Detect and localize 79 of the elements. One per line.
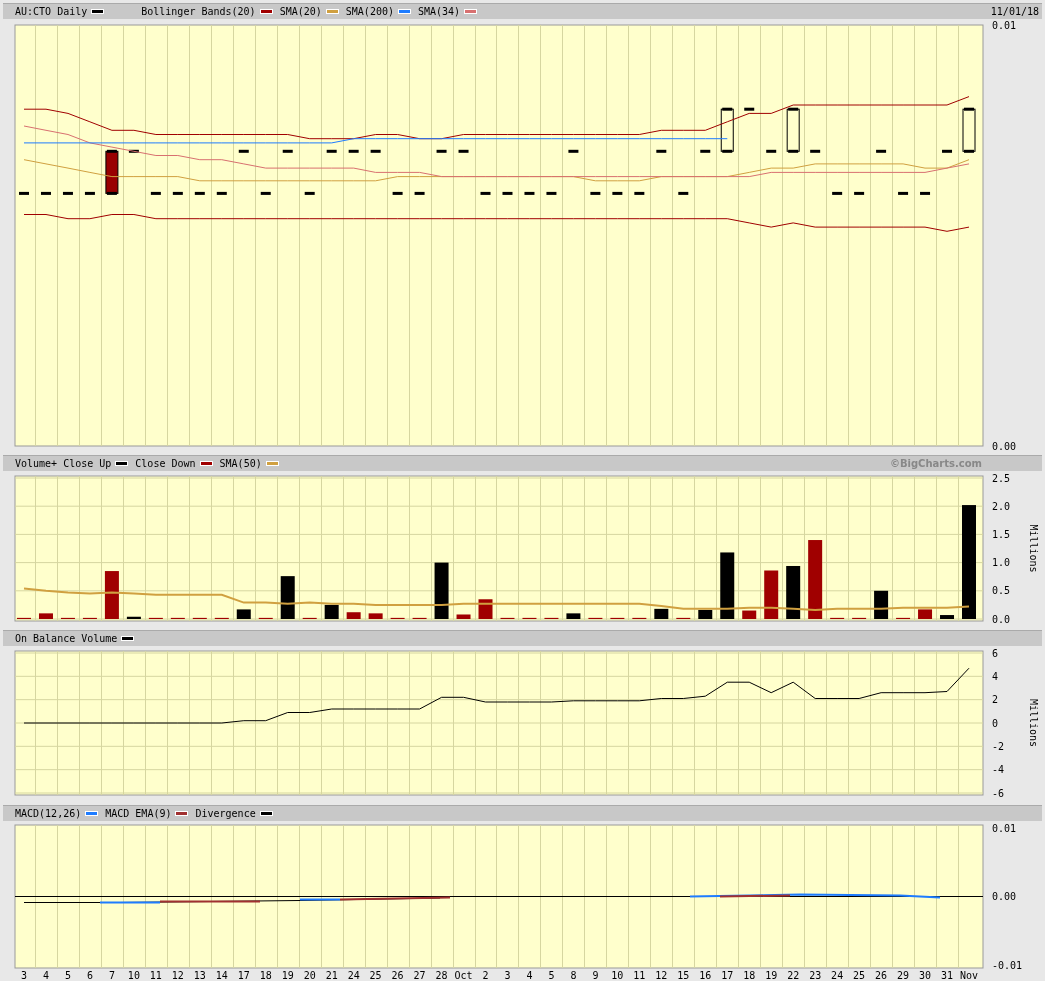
date-axis-label: 4: [526, 970, 533, 981]
axis-label: 2.5: [992, 472, 1011, 484]
axis-label: 0.00: [992, 891, 1017, 902]
date-axis-label: 3: [21, 970, 27, 981]
date-axis-label: 12: [655, 970, 668, 981]
date-axis-label: 18: [259, 970, 272, 981]
date-axis-label: 6: [86, 970, 93, 981]
date-axis-label: 19: [765, 970, 778, 981]
date-axis-label: 25: [369, 970, 382, 981]
legend-label: SMA(20): [279, 6, 322, 17]
legend-label: MACD EMA(9): [105, 808, 172, 819]
legend-label: Close Down: [135, 458, 196, 469]
axis-label: 2: [992, 694, 999, 706]
date-axis-label: 14: [215, 970, 228, 981]
date-axis-label: 10: [127, 970, 140, 981]
date-axis-label: 5: [64, 970, 71, 981]
date-axis-label: 17: [721, 970, 734, 981]
date-axis-label: 15: [677, 970, 690, 981]
panel-title: Volume+: [15, 458, 58, 469]
axis-title: Millions: [1028, 524, 1039, 573]
date-axis-label: 20: [303, 970, 316, 981]
legend-label: SMA(34): [417, 6, 461, 17]
date-axis-label: 11: [633, 970, 646, 981]
legend-label: Divergence: [195, 808, 256, 819]
date-axis-label: 30: [919, 970, 932, 981]
date-axis-label: 12: [171, 970, 184, 981]
legend-label: Bollinger Bands(20): [141, 6, 256, 17]
axis-label: 6: [992, 647, 999, 659]
date-axis-label: 28: [435, 970, 448, 981]
axis-label: 4: [992, 670, 999, 682]
date-axis-label: 26: [391, 970, 404, 981]
date-axis-label: 13: [193, 970, 206, 981]
date-axis-label: 8: [570, 970, 577, 981]
axis-label: 2.0: [992, 500, 1011, 512]
date-axis-label: 24: [347, 970, 360, 981]
axis-label: 0.01: [992, 19, 1017, 31]
credit-label: ©BigCharts.com: [889, 458, 983, 469]
date-axis-label: 3: [504, 970, 511, 981]
date-axis-label: 29: [897, 970, 910, 981]
axis-label: 0.0: [992, 613, 1011, 625]
axis-label: 1.0: [992, 557, 1011, 569]
date-axis-label: 7: [108, 970, 115, 981]
legend-label: AU:CTO Daily: [15, 6, 88, 17]
date-axis-label: 16: [699, 970, 712, 981]
date-axis-label: 9: [592, 970, 599, 981]
date-axis-label: Nov: [959, 970, 979, 981]
legend-label: MACD(12,26): [15, 808, 82, 819]
date-axis-label: 21: [325, 970, 338, 981]
date-axis-label: 26: [875, 970, 888, 981]
legend-label: Close Up: [63, 458, 112, 469]
date-axis-label: 23: [809, 970, 822, 981]
axis-label: -0.01: [992, 959, 1023, 971]
axis-label: 0.5: [992, 585, 1011, 597]
date-axis-label: 27: [413, 970, 426, 981]
legend-label: On Balance Volume: [15, 633, 118, 644]
date-axis-label: 24: [831, 970, 844, 981]
axis-label: -2: [992, 740, 1005, 752]
date-axis-label: 17: [237, 970, 250, 981]
legend-label: SMA(200): [345, 6, 394, 17]
axis-label: 0.00: [992, 440, 1017, 452]
axis-label: -4: [992, 764, 1005, 776]
date-axis-label: 10: [611, 970, 624, 981]
axis-label: -6: [992, 787, 1005, 799]
date-axis-label: 5: [548, 970, 555, 981]
date-axis-label: 11: [149, 970, 162, 981]
date-axis-label: 2: [482, 970, 489, 981]
axis-label: 0: [992, 717, 999, 729]
axis-title: Millions: [1028, 698, 1039, 748]
date-axis-label: 19: [281, 970, 294, 981]
date-axis-label: 25: [853, 970, 866, 981]
date-axis-label: 18: [743, 970, 756, 981]
axis-label: 1.5: [992, 528, 1011, 540]
date-axis-label: 22: [787, 970, 800, 981]
legend-label: SMA(50): [219, 458, 262, 469]
axis-label: 0.01: [992, 822, 1017, 834]
date-axis-label: 31: [941, 970, 954, 981]
date-axis-label: 4: [42, 970, 49, 981]
date-label: 11/01/18: [990, 6, 1040, 17]
date-axis-label: Oct: [454, 970, 473, 981]
